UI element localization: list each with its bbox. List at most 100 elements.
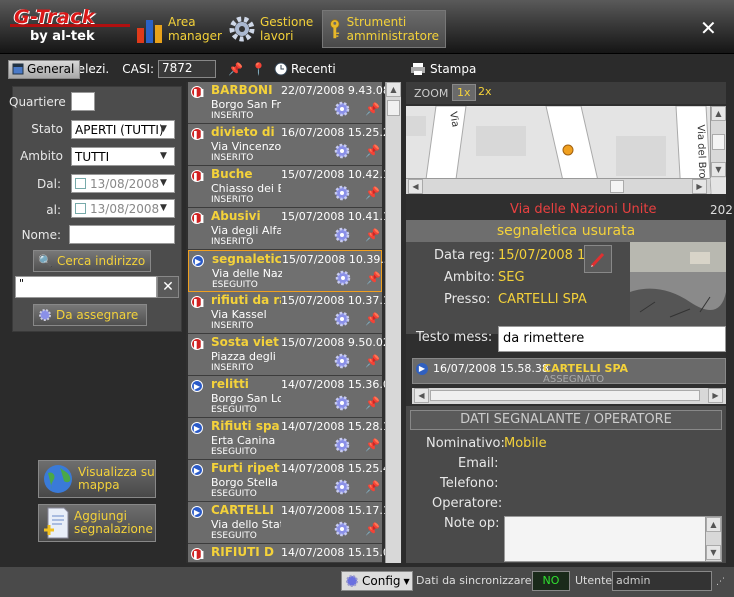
scroll-up-icon[interactable]: ▲ <box>711 106 726 121</box>
nome-label: Nome: <box>21 228 61 242</box>
add-document-icon <box>44 507 69 539</box>
resize-grip-icon[interactable]: ⋰ <box>716 577 725 587</box>
dal-date-picker[interactable]: 13/08/2008 ▼ <box>71 174 175 193</box>
al-checkbox[interactable] <box>75 203 86 214</box>
dal-checkbox[interactable] <box>75 178 86 189</box>
nav-area-manager[interactable]: Area manager <box>136 10 222 48</box>
list-item[interactable]: ❚❚ Abusivi 15/07/2008 10.41.11 Via degli Al… <box>188 208 397 250</box>
scroll-right-icon[interactable]: ▶ <box>708 388 723 403</box>
item-status: INSERITO <box>211 321 254 331</box>
history-hscroll[interactable]: ◀ ▶ <box>412 388 726 404</box>
zoom-2x-button[interactable]: 2x <box>478 85 492 98</box>
scroll-up-icon[interactable]: ▲ <box>706 517 721 532</box>
list-item[interactable]: ❚❚ Buche 15/07/2008 10.42.16 Chiasso dei BI… <box>188 166 397 208</box>
scroll-up-icon[interactable]: ▲ <box>386 82 401 97</box>
history-row[interactable]: ▶ 16/07/2008 15.58.38 CARTELLI SPA ASSEG… <box>412 358 726 384</box>
pin-icon[interactable]: 📌 <box>365 186 380 200</box>
list-item[interactable]: ▶ Furti ripet 14/07/2008 15.25.45 Borgo Ste… <box>188 460 397 502</box>
quartiere-field[interactable] <box>71 92 95 111</box>
visualizza-mappa-button[interactable]: Visualizza su mappa <box>38 460 156 498</box>
utente-field[interactable]: admin <box>612 571 712 591</box>
dal-date-value: 13/08/2008 <box>90 176 160 191</box>
list-item[interactable]: ❚❚ RIFIUTI D 14/07/2008 15.15.01 <box>188 544 397 563</box>
pin-icon[interactable]: 📌 <box>365 354 380 368</box>
sync-status: NO <box>532 571 570 591</box>
pin-icon[interactable]: 📌 <box>366 271 381 285</box>
gear-icon[interactable] <box>334 143 350 159</box>
item-date: 15/07/2008 10.37.16 <box>281 294 397 307</box>
key-icon <box>330 19 340 39</box>
da-assegnare-button[interactable]: Da assegnare <box>33 304 147 326</box>
list-item[interactable]: ❚❚ BARBONI 22/07/2008 9.43.08 Borgo San Fr I… <box>188 82 390 124</box>
gear-icon[interactable] <box>334 395 350 411</box>
gear-icon[interactable] <box>334 353 350 369</box>
cerca-indirizzo-button[interactable]: 🔍 Cerca indirizzo <box>33 250 151 272</box>
item-address: Via dello Stat <box>211 518 281 531</box>
casi-count-field[interactable]: 7872 <box>158 60 217 78</box>
scroll-left-icon[interactable]: ◀ <box>414 388 429 403</box>
gear-icon[interactable] <box>334 521 350 537</box>
stato-select[interactable]: APERTI (TUTTI) ▼ <box>71 120 175 139</box>
note-scrollbar[interactable]: ▲ ▼ <box>705 517 721 561</box>
da-assegnare-label: Da assegnare <box>56 308 139 322</box>
pin-icon[interactable]: 📌 <box>365 228 380 242</box>
config-dropdown[interactable]: Config ▼ <box>341 571 413 591</box>
scroll-thumb[interactable] <box>712 134 725 150</box>
map-hscroll[interactable]: ◀ ▶ <box>406 178 710 194</box>
scroll-thumb[interactable] <box>387 100 400 116</box>
ambito-select[interactable]: TUTTI ▼ <box>71 147 175 166</box>
map-vscroll[interactable]: ▲ ▼ <box>710 106 726 178</box>
address-field[interactable]: " <box>15 276 157 298</box>
pin-icon[interactable]: 📌 <box>365 522 380 536</box>
gear-icon[interactable] <box>334 101 350 117</box>
nav-strumenti-amministratore[interactable]: Strumenti amministratore <box>322 10 446 48</box>
chevron-down-icon: ▼ <box>160 178 167 188</box>
list-item[interactable]: ▶ segnaletic 15/07/2008 10.39.56 Via delle … <box>188 250 398 292</box>
red-pin-icon[interactable]: 📌 <box>228 62 243 76</box>
scroll-down-icon[interactable]: ▼ <box>706 545 721 560</box>
aggiungi-segnalazione-button[interactable]: Aggiungi segnalazione <box>38 504 156 542</box>
list-scrollbar[interactable]: ▲ <box>385 82 401 563</box>
nav-gestione-lavori[interactable]: Gestione lavori <box>228 10 313 48</box>
pin-icon[interactable]: 📌 <box>365 144 380 158</box>
close-icon[interactable]: ✕ <box>700 16 717 40</box>
pin-icon[interactable]: 📌 <box>365 312 380 326</box>
list-item[interactable]: ❚❚ Sosta viet 15/07/2008 9.50.02 Piazza deg… <box>188 334 390 376</box>
testo-mess-field[interactable]: da rimettere <box>498 326 726 352</box>
pin-icon[interactable]: 📌 <box>365 396 380 410</box>
stampa-button[interactable]: Stampa <box>430 62 476 76</box>
item-title: Buche <box>211 167 253 181</box>
al-date-picker[interactable]: 13/08/2008 ▼ <box>71 199 175 218</box>
tab-general[interactable]: General <box>8 59 81 79</box>
item-date: 14/07/2008 15.17.17 <box>281 504 397 517</box>
pin-icon[interactable]: 📌 <box>365 102 380 116</box>
white-pin-icon[interactable]: 📍 <box>251 62 266 76</box>
list-item[interactable]: ❚❚ rifiuti da ra 15/07/2008 10.37.16 Via Ka… <box>188 292 397 334</box>
gear-icon[interactable] <box>334 311 350 327</box>
item-status: ESEGUITO <box>211 531 257 541</box>
scroll-down-icon[interactable]: ▼ <box>711 162 726 177</box>
nome-field[interactable] <box>69 225 175 244</box>
case-photo[interactable] <box>630 242 726 328</box>
clear-address-icon[interactable]: ✕ <box>157 276 179 298</box>
scroll-right-icon[interactable]: ▶ <box>692 179 707 194</box>
gear-icon[interactable] <box>334 227 350 243</box>
gear-icon[interactable] <box>335 270 351 286</box>
note-op-field[interactable]: ▲ ▼ <box>504 516 722 562</box>
tab-recenti[interactable]: Recenti <box>274 59 336 79</box>
list-item[interactable]: ▶ CARTELLI 14/07/2008 15.17.17 Via dello St… <box>188 502 397 544</box>
list-item[interactable]: ▶ relitti 14/07/2008 15.36.06 Borgo San Lo E… <box>188 376 397 418</box>
zoom-1x-button[interactable]: 1x <box>452 84 476 101</box>
pin-icon[interactable]: 📌 <box>365 438 380 452</box>
list-item[interactable]: ▶ Rifiuti spa 14/07/2008 15.28.11 Erta Cani… <box>188 418 397 460</box>
edit-icon[interactable] <box>584 245 612 273</box>
gear-icon[interactable] <box>334 479 350 495</box>
scroll-thumb[interactable] <box>430 390 700 401</box>
pin-icon[interactable]: 📌 <box>365 480 380 494</box>
gear-icon[interactable] <box>334 437 350 453</box>
map-view[interactable]: Via Via del Bro ▲ ▼ ◀ ▶ <box>406 106 726 194</box>
gear-icon[interactable] <box>334 185 350 201</box>
list-item[interactable]: ❚❚ divieto di 16/07/2008 15.25.29 Via Vince… <box>188 124 397 166</box>
scroll-left-icon[interactable]: ◀ <box>408 179 423 194</box>
scroll-thumb[interactable] <box>610 180 624 193</box>
